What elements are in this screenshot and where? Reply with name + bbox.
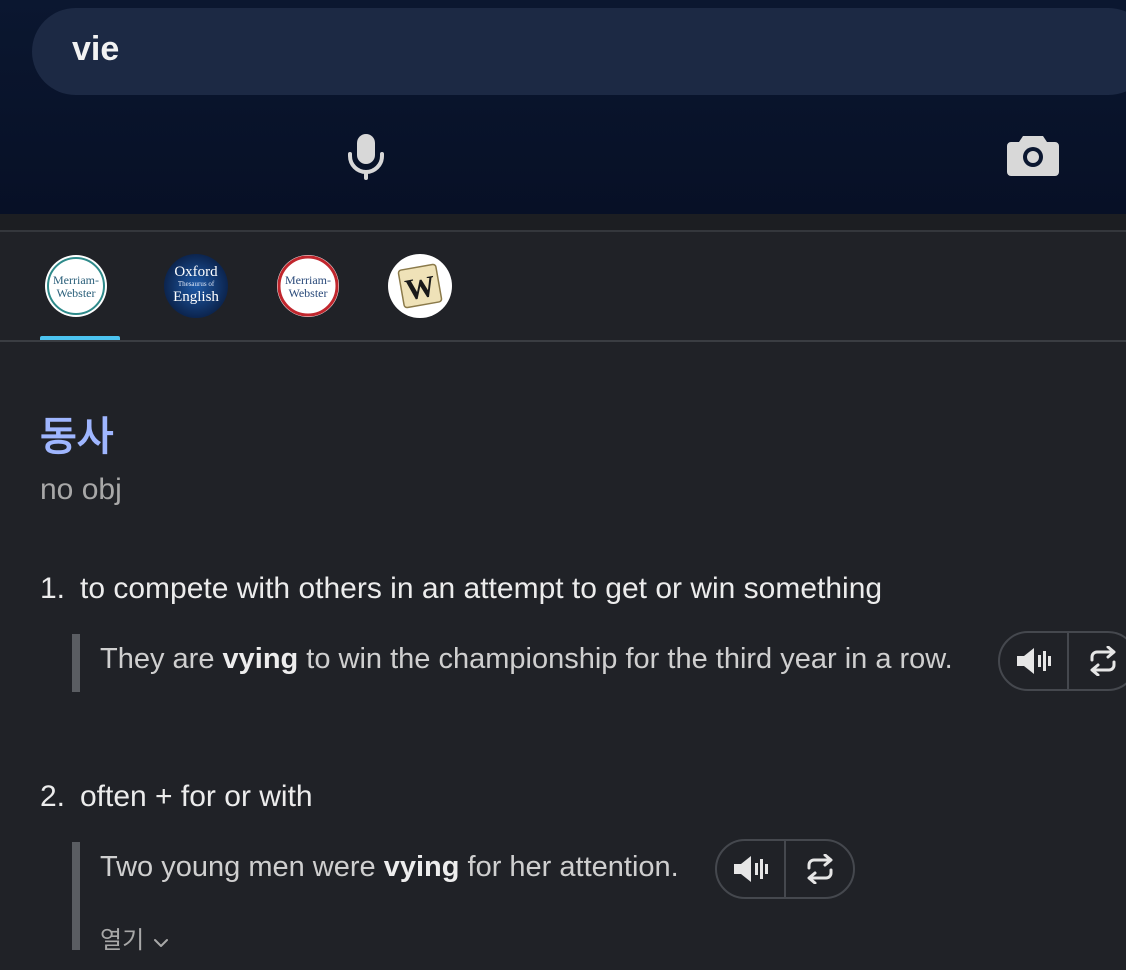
chevron-down-icon	[153, 939, 168, 947]
example-text: for her attention.	[459, 851, 679, 883]
tab-label-line2: Webster	[56, 286, 95, 300]
definition-1: 1. to compete with others in an attempt t…	[40, 572, 882, 606]
dictionary-tabs: Merriam- Webster Oxford Thesaurus of Eng…	[0, 232, 1126, 342]
repeat-button[interactable]	[1067, 633, 1126, 689]
tab-label-line2: Thesaurus of	[178, 280, 215, 288]
tab-oxford-thesaurus[interactable]: Oxford Thesaurus of English	[164, 254, 228, 318]
repeat-icon	[1090, 646, 1115, 676]
tab-label-line1: Merriam-	[53, 273, 99, 287]
divider	[0, 340, 1126, 342]
search-query[interactable]: vie	[72, 30, 119, 69]
tab-merriam-webster-2[interactable]: Merriam- Webster	[276, 254, 340, 318]
tab-label-line1: W	[403, 270, 438, 308]
example-audio-controls	[715, 839, 855, 899]
example-audio-controls	[998, 631, 1126, 691]
grammar-note: no obj	[40, 473, 122, 506]
play-audio-button[interactable]	[1000, 633, 1067, 689]
header-gap	[0, 214, 1126, 230]
example-sentence: They are vying to win the championship f…	[100, 643, 953, 676]
expand-more-button[interactable]: 열기	[100, 920, 168, 955]
repeat-icon	[807, 854, 832, 884]
definition-text: to compete with others in an attempt to …	[80, 572, 883, 605]
search-input[interactable]: vie	[32, 8, 1126, 95]
speaker-icon	[733, 856, 768, 882]
tab-label-line2: Webster	[288, 286, 327, 300]
play-audio-button[interactable]	[717, 841, 784, 897]
definition-number: 2.	[40, 780, 66, 813]
repeat-button[interactable]	[784, 841, 853, 897]
tab-label-line1: Merriam-	[285, 273, 331, 287]
tab-merriam-webster[interactable]: Merriam- Webster	[44, 254, 108, 318]
quote-bar	[72, 634, 80, 692]
definition-2: 2. often + for or with	[40, 780, 313, 814]
definition-number: 1.	[40, 572, 66, 605]
camera-icon[interactable]	[1007, 134, 1059, 176]
speaker-icon	[1016, 648, 1051, 674]
example-text: to win the championship for the third ye…	[298, 643, 953, 675]
search-header: vie	[0, 0, 1126, 214]
example-sentence: Two young men were vying for her attenti…	[100, 851, 679, 884]
tab-label-line3: English	[173, 289, 219, 305]
example-text: They are	[100, 643, 223, 675]
definition-text: often + for or with	[80, 780, 313, 813]
tab-label-line1: Oxford	[174, 264, 218, 280]
example-text: Two young men were	[100, 851, 384, 883]
part-of-speech: 동사	[40, 414, 114, 460]
quote-bar	[72, 842, 80, 950]
example-keyword: vying	[383, 851, 460, 883]
microphone-icon[interactable]	[345, 134, 387, 180]
expand-label: 열기	[100, 926, 145, 954]
tab-wiktionary[interactable]: W	[388, 254, 452, 318]
example-keyword: vying	[222, 643, 299, 675]
